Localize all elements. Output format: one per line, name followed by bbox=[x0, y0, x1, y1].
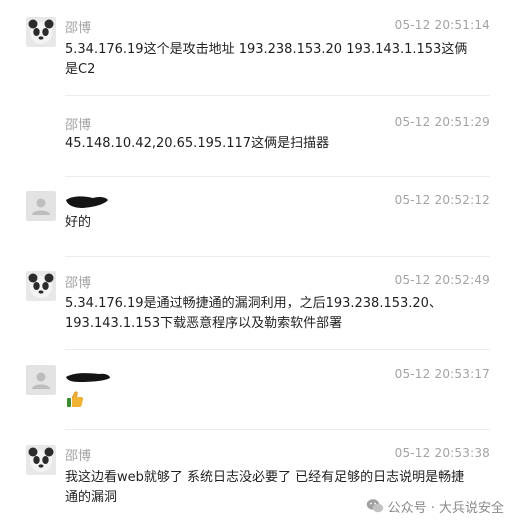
redacted-sender-name bbox=[66, 373, 110, 382]
chat-history: 邵博 05-12 20:51:14 5.34.176.19这个是攻击地址 193… bbox=[0, 0, 518, 530]
message-item: 邵博 05-12 20:51:29 45.148.10.42,20.65.195… bbox=[0, 97, 518, 177]
message-text[interactable]: 45.148.10.42,20.65.195.117这俩是扫描器 bbox=[65, 134, 475, 154]
panda-avatar-icon bbox=[26, 271, 56, 301]
message-text[interactable]: 5.34.176.19这个是攻击地址 193.238.153.20 193.14… bbox=[65, 40, 475, 80]
message-text[interactable]: 好的 bbox=[65, 213, 475, 233]
message-time: 05-12 20:53:38 bbox=[394, 446, 490, 460]
panda-avatar-icon bbox=[26, 445, 56, 475]
avatar[interactable] bbox=[26, 17, 56, 47]
watermark: 公众号 · 大兵说安全 bbox=[365, 496, 504, 516]
sender-name: 邵博 bbox=[65, 449, 92, 464]
message-text[interactable]: 5.34.176.19是通过畅捷通的漏洞利用，之后193.238.153.20、… bbox=[65, 294, 475, 334]
avatar[interactable] bbox=[26, 271, 56, 301]
wechat-icon bbox=[366, 499, 383, 513]
panda-avatar-icon bbox=[26, 17, 56, 47]
avatar[interactable] bbox=[26, 445, 56, 475]
avatar[interactable] bbox=[26, 191, 56, 221]
sender-name: 邵博 bbox=[65, 276, 92, 291]
message-item: 邵博 05-12 20:52:49 5.34.176.19是通过畅捷通的漏洞利用… bbox=[0, 257, 518, 350]
sender-name: 邵博 bbox=[65, 21, 92, 36]
default-user-avatar-icon bbox=[26, 365, 56, 395]
message-time: 05-12 20:52:49 bbox=[394, 273, 490, 287]
message-item: 邵博 05-12 20:51:14 5.34.176.19这个是攻击地址 193… bbox=[0, 0, 518, 96]
redacted-sender-name bbox=[66, 196, 108, 208]
default-user-avatar-icon bbox=[26, 191, 56, 221]
avatar[interactable] bbox=[26, 365, 56, 395]
watermark-text: 公众号 · 大兵说安全 bbox=[387, 500, 504, 516]
message-time: 05-12 20:51:14 bbox=[394, 18, 490, 32]
message-item: 05-12 20:52:12 好的 bbox=[0, 177, 518, 257]
message-time: 05-12 20:53:17 bbox=[394, 367, 490, 381]
thumbs-up-icon bbox=[67, 391, 84, 407]
message-item: 05-12 20:53:17 bbox=[0, 350, 518, 430]
sender-name: 邵博 bbox=[65, 118, 92, 133]
divider bbox=[65, 95, 490, 96]
message-time: 05-12 20:52:12 bbox=[394, 193, 490, 207]
message-time: 05-12 20:51:29 bbox=[394, 115, 490, 129]
